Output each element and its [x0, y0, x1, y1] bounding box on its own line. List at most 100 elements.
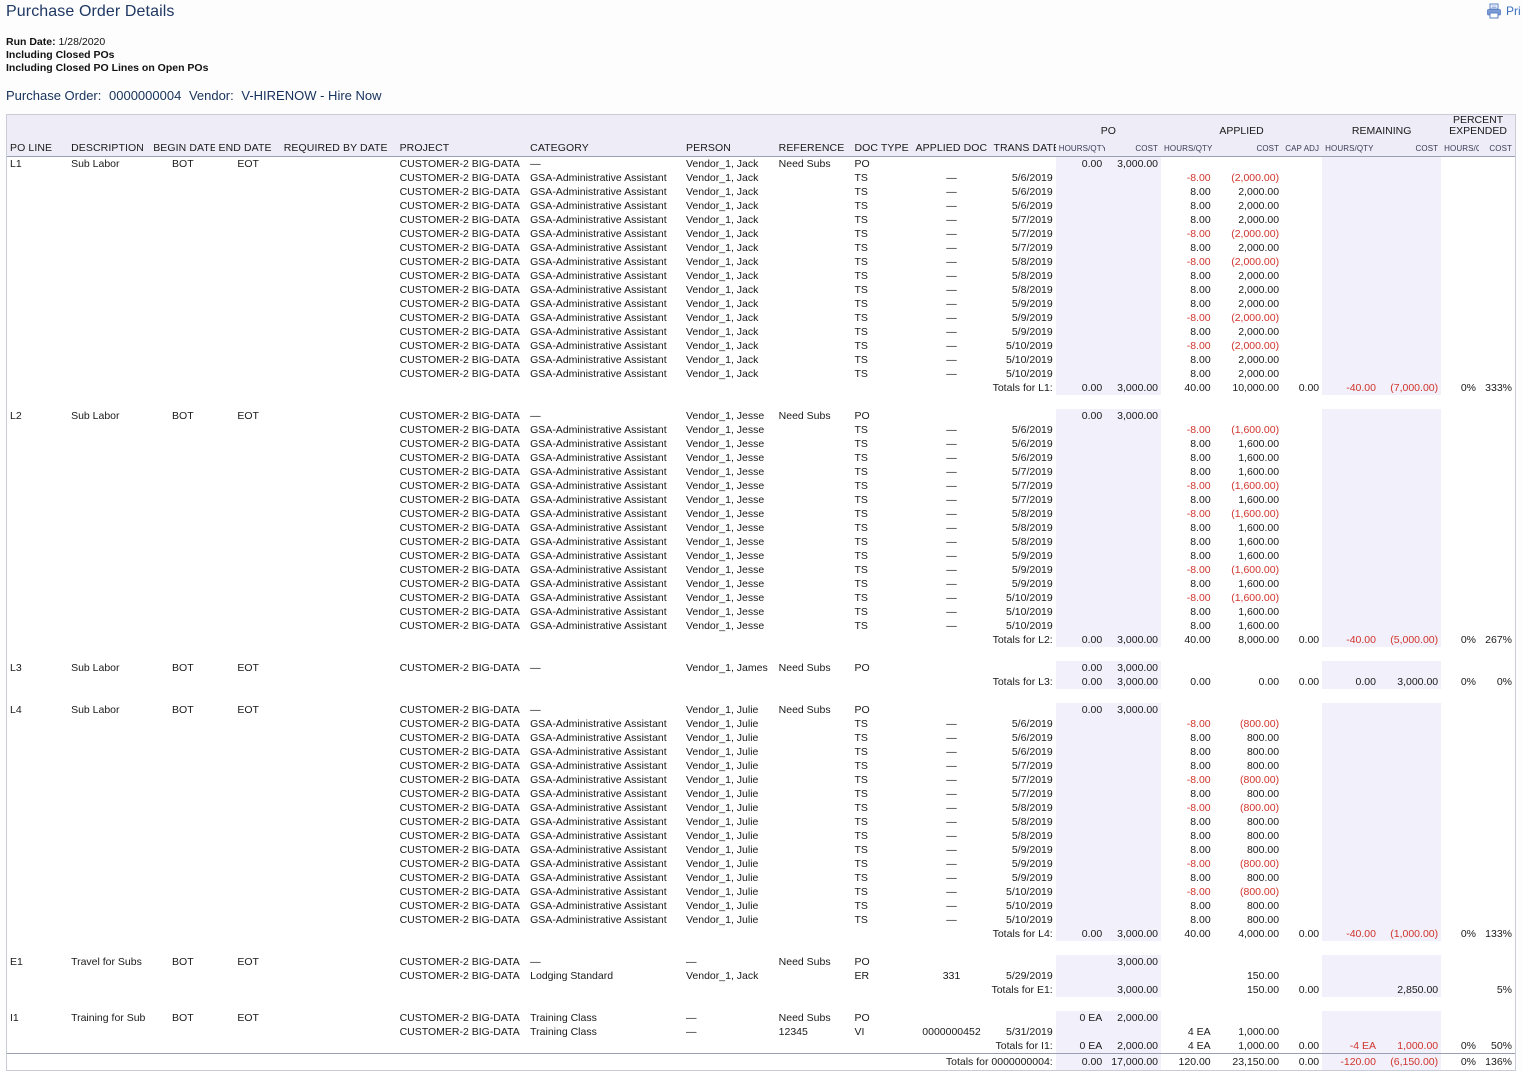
- cell-end-date: [215, 913, 280, 927]
- total-percent-cost: 0%: [1496, 676, 1512, 688]
- cell-percent-cost: [1479, 157, 1515, 172]
- cell-reference: [776, 269, 852, 283]
- cell-applied-hours: [1161, 1011, 1214, 1025]
- cell-person: Vendor_1, Julie: [685, 914, 759, 926]
- cell-remaining-cost: [1378, 885, 1442, 899]
- print-label[interactable]: Print: [1506, 4, 1520, 18]
- cell-po-cost: [1105, 437, 1162, 451]
- cell-reference: [776, 619, 852, 633]
- cell-reference: Need Subs: [778, 410, 831, 422]
- cell-description: [68, 899, 150, 913]
- cell-category: GSA-Administrative Assistant: [530, 886, 667, 898]
- cell-reference: [776, 227, 852, 241]
- cell-description: [68, 563, 150, 577]
- cell-percent-hours: [1441, 1025, 1479, 1039]
- cell-po-cost: [1105, 213, 1162, 227]
- cell-person: Vendor_1, Jack: [685, 200, 759, 212]
- cell-reference: [776, 843, 852, 857]
- cell-po-cost: [1105, 745, 1162, 759]
- cell-remaining-cost: [1378, 255, 1442, 269]
- cell-begin-date: [150, 913, 215, 927]
- cell-applied-doc: —: [946, 732, 957, 744]
- cell-required-by-date: [281, 843, 397, 857]
- cell-applied-hours: 8.00: [1190, 522, 1211, 534]
- cell-required-by-date: [281, 885, 397, 899]
- cell-description: [68, 227, 150, 241]
- cell-cap-adj: [1282, 871, 1322, 885]
- cell-remaining-cost: [1378, 563, 1442, 577]
- cell-applied-cost: 2,000.00: [1238, 214, 1280, 226]
- cell-project: CUSTOMER-2 BIG-DATA: [399, 438, 520, 450]
- cell-cap-adj: [1282, 619, 1322, 633]
- cell-percent-hours: [1441, 479, 1479, 493]
- cell-po-hours: 0.00: [1055, 409, 1106, 423]
- include-closed-pos: Including Closed POs: [6, 49, 115, 61]
- cell-applied-hours: 8.00: [1190, 466, 1211, 478]
- cell-percent-hours: [1441, 199, 1479, 213]
- cell-po-hours: [1055, 899, 1106, 913]
- group-percent-line1: PERCENT: [1452, 115, 1504, 126]
- cell-percent-hours: [1441, 521, 1479, 535]
- cell-begin-date: [150, 871, 215, 885]
- cell-description: [68, 773, 150, 787]
- cell-doc-type: TS: [854, 270, 868, 282]
- cell-applied-cost: 800.00: [1246, 816, 1280, 828]
- cell-required-by-date: [281, 283, 397, 297]
- cell-trans-date: 5/8/2019: [1011, 536, 1053, 548]
- cell-remaining-hours: [1322, 843, 1379, 857]
- cell-po-line: [7, 507, 68, 521]
- cell-applied-cost: 1,600.00: [1238, 438, 1280, 450]
- cell-begin-date: BOT: [172, 704, 194, 716]
- cell-description: Travel for Subs: [71, 956, 142, 968]
- cell-po-line: L3: [10, 662, 22, 674]
- cell-reference: [776, 787, 852, 801]
- cell-percent-cost: [1479, 241, 1515, 255]
- cell-description: [68, 815, 150, 829]
- cell-cap-adj: [1282, 745, 1322, 759]
- cell-cap-adj: [1282, 311, 1322, 325]
- cell-cap-adj: [1282, 773, 1322, 787]
- table-row: I1 Training for Sub BOT EOT CUSTOMER-2 BIG-D…: [7, 1011, 1515, 1025]
- cell-person: Vendor_1, Jack: [685, 172, 759, 184]
- cell-trans-date: 5/10/2019: [1006, 354, 1053, 366]
- cell-description: [68, 605, 150, 619]
- cell-po-line: [7, 843, 68, 857]
- cell-doc-type: TS: [854, 816, 868, 828]
- printer-icon[interactable]: [1485, 2, 1503, 20]
- cell-percent-cost: [1479, 703, 1515, 717]
- cell-end-date: [215, 759, 280, 773]
- cell-cap-adj: [1282, 171, 1322, 185]
- cell-category: GSA-Administrative Assistant: [530, 326, 667, 338]
- cell-end-date: [215, 787, 280, 801]
- cell-percent-hours: [1441, 451, 1479, 465]
- group-percent-line2: EXPENDED: [1449, 124, 1507, 137]
- cell-applied-doc: 0000000452: [922, 1026, 981, 1038]
- cell-required-by-date: [281, 801, 397, 815]
- cell-remaining-cost: [1378, 787, 1442, 801]
- cell-end-date: [215, 185, 280, 199]
- table-body: L1 Sub Labor BOT EOT CUSTOMER-2 BIG-DATA — Ven…: [7, 156, 1515, 1070]
- cell-category: GSA-Administrative Assistant: [530, 172, 667, 184]
- cell-description: [68, 619, 150, 633]
- cell-applied-doc: —: [946, 606, 957, 618]
- cell-po-cost: [1105, 185, 1162, 199]
- cell-doc-type: TS: [854, 830, 868, 842]
- cell-project: CUSTOMER-2 BIG-DATA: [399, 970, 520, 982]
- cell-category: GSA-Administrative Assistant: [530, 858, 667, 870]
- cell-remaining-hours: [1322, 185, 1379, 199]
- cell-remaining-hours: [1322, 409, 1379, 423]
- cell-category: GSA-Administrative Assistant: [530, 438, 667, 450]
- cell-applied-cost: (2,000.00): [1231, 312, 1280, 324]
- print-button[interactable]: Print: [1485, 2, 1520, 20]
- cell-category: GSA-Administrative Assistant: [530, 592, 667, 604]
- cell-begin-date: [150, 311, 215, 325]
- cell-cap-adj: [1282, 549, 1322, 563]
- table-row: CUSTOMER-2 BIG-DATA GSA-Administrative As…: [7, 493, 1515, 507]
- cell-required-by-date: [281, 731, 397, 745]
- cell-trans-date: [990, 1011, 1055, 1025]
- cell-category: GSA-Administrative Assistant: [530, 816, 667, 828]
- total-percent-cost: 267%: [1485, 634, 1512, 646]
- cell-category: Training Class: [530, 1012, 597, 1024]
- cell-po-hours: [1055, 801, 1106, 815]
- cell-percent-hours: [1441, 661, 1479, 675]
